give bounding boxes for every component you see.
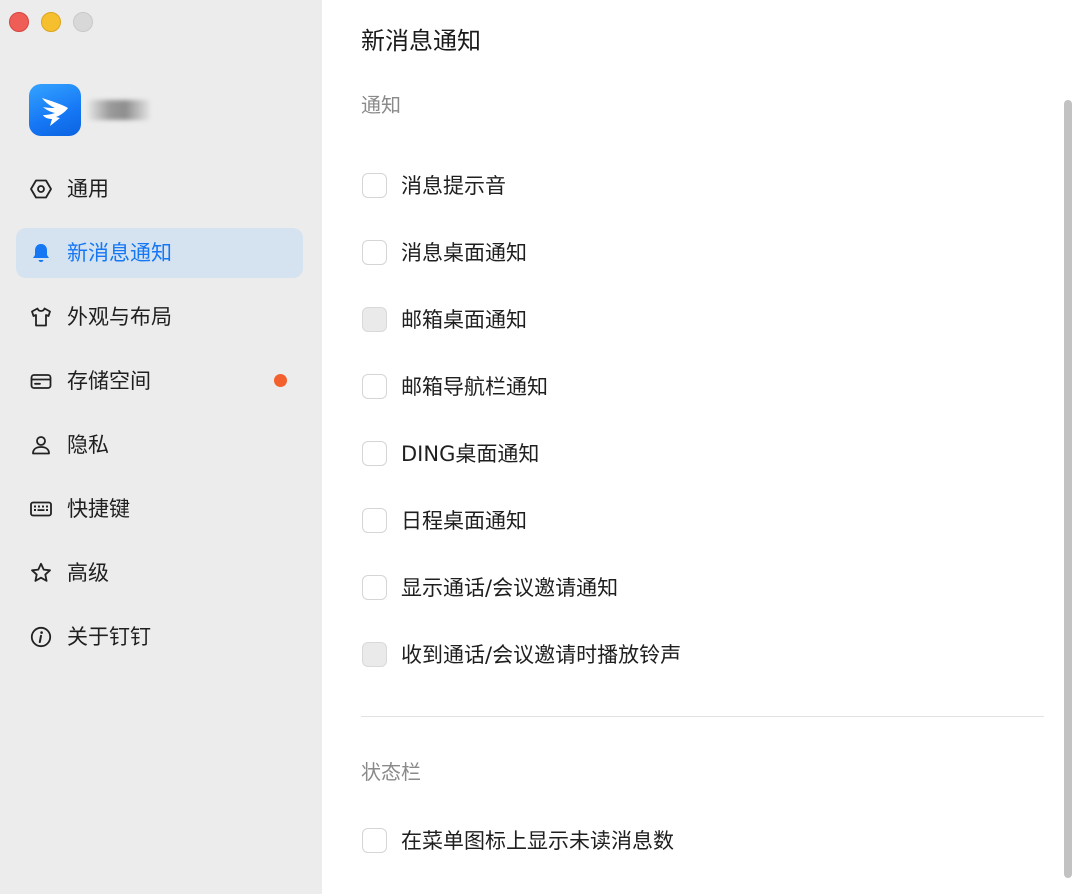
- scrollbar[interactable]: [1064, 100, 1072, 878]
- checkbox[interactable]: [362, 575, 387, 600]
- sidebar-item-about[interactable]: 关于钉钉: [16, 612, 303, 662]
- option-label: 显示通话/会议邀请通知: [401, 576, 619, 600]
- section-title-status-bar: 状态栏: [361, 760, 421, 784]
- checkbox[interactable]: [362, 173, 387, 198]
- checkbox-disabled[interactable]: [362, 642, 387, 667]
- sidebar-item-general[interactable]: 通用: [16, 164, 303, 214]
- keyboard-icon: [30, 501, 52, 517]
- drive-icon: [30, 374, 52, 389]
- checkbox[interactable]: [362, 508, 387, 533]
- sidebar-item-label: 新消息通知: [67, 241, 172, 265]
- user-name-redacted: [88, 100, 150, 120]
- option-label: 在菜单图标上显示未读消息数: [401, 829, 674, 853]
- sidebar-item-label: 快捷键: [67, 497, 130, 521]
- sidebar-item-label: 高级: [67, 561, 109, 585]
- option-label: DING桌面通知: [401, 442, 540, 466]
- dingtalk-logo-icon: [29, 84, 81, 136]
- scrollbar-thumb[interactable]: [1064, 100, 1072, 878]
- sidebar-item-storage[interactable]: 存储空间: [16, 356, 303, 406]
- checkbox[interactable]: [362, 374, 387, 399]
- sidebar-item-label: 外观与布局: [67, 305, 172, 329]
- hexagon-gear-icon: [30, 179, 52, 199]
- shirt-icon: [31, 307, 51, 327]
- sidebar: 通用 新消息通知 外观与布局 存储空间 隐私 快捷键 高级 关于钉钉: [0, 0, 322, 894]
- checkbox[interactable]: [362, 441, 387, 466]
- option-label: 收到通话/会议邀请时播放铃声: [401, 643, 682, 667]
- sidebar-item-privacy[interactable]: 隐私: [16, 420, 303, 470]
- zoom-window-button[interactable]: [73, 12, 93, 32]
- sidebar-item-label: 通用: [67, 177, 109, 201]
- section-title-notifications: 通知: [361, 93, 401, 117]
- checkbox[interactable]: [362, 828, 387, 853]
- close-window-button[interactable]: [9, 12, 29, 32]
- sidebar-item-shortcuts[interactable]: 快捷键: [16, 484, 303, 534]
- info-icon: [30, 626, 52, 648]
- minimize-window-button[interactable]: [41, 12, 61, 32]
- star-icon: [31, 562, 51, 582]
- page-title: 新消息通知: [361, 27, 481, 55]
- option-label: 邮箱导航栏通知: [401, 375, 548, 399]
- person-icon: [32, 436, 50, 455]
- option-label: 日程桌面通知: [401, 509, 527, 533]
- settings-content: 新消息通知 通知 消息提示音 消息桌面通知 邮箱桌面通知 邮箱导航栏通知 DIN…: [322, 0, 1080, 894]
- section-divider: [361, 716, 1044, 717]
- sidebar-item-label: 关于钉钉: [67, 625, 151, 649]
- option-label: 消息桌面通知: [401, 241, 527, 265]
- option-label: 邮箱桌面通知: [401, 308, 527, 332]
- bell-icon: [33, 244, 49, 262]
- sidebar-item-label: 隐私: [67, 433, 109, 457]
- settings-window: 通用 新消息通知 外观与布局 存储空间 隐私 快捷键 高级 关于钉钉 新消息通知…: [0, 0, 1080, 894]
- sidebar-item-notifications[interactable]: 新消息通知: [16, 228, 303, 278]
- sidebar-item-appearance[interactable]: 外观与布局: [16, 292, 303, 342]
- option-label: 消息提示音: [401, 174, 506, 198]
- sidebar-item-label: 存储空间: [67, 369, 151, 393]
- checkbox-disabled[interactable]: [362, 307, 387, 332]
- checkbox[interactable]: [362, 240, 387, 265]
- sidebar-item-advanced[interactable]: 高级: [16, 548, 303, 598]
- notification-badge: [274, 374, 287, 387]
